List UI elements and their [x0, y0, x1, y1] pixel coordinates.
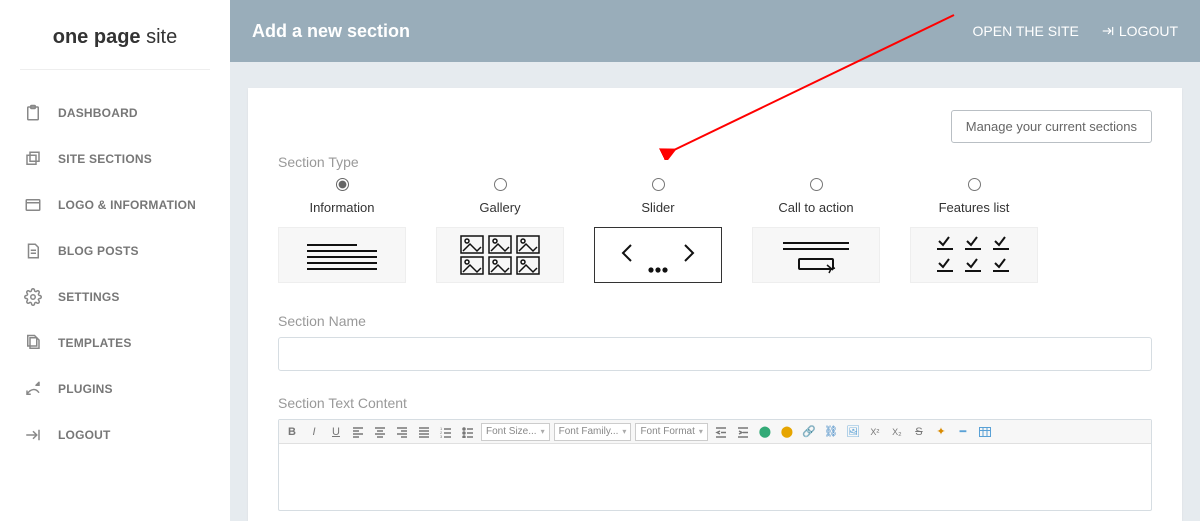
logo-divider: [20, 69, 210, 70]
underline-button[interactable]: U: [327, 424, 345, 440]
font-family-select[interactable]: Font Family...▾: [554, 423, 632, 441]
arrow-right-to-bar-icon: [22, 426, 44, 444]
chevron-down-icon: ▾: [699, 427, 703, 436]
list-ul-icon[interactable]: [459, 424, 477, 440]
nav-settings[interactable]: SETTINGS: [0, 274, 230, 320]
superscript-icon[interactable]: X²: [866, 424, 884, 440]
type-information: Information: [278, 174, 406, 283]
type-label: Slider: [594, 200, 722, 215]
type-information-radio[interactable]: [278, 178, 406, 196]
indent-icon[interactable]: [734, 424, 752, 440]
nav-site-sections[interactable]: SITE SECTIONS: [0, 136, 230, 182]
type-slider: Slider: [594, 174, 722, 283]
italic-button[interactable]: I: [305, 424, 323, 440]
strikethrough-icon[interactable]: S: [910, 424, 928, 440]
nav-label: PLUGINS: [58, 382, 113, 396]
bg-color-icon[interactable]: ⬤: [778, 424, 796, 440]
share-icon: [22, 380, 44, 398]
nav-label: TEMPLATES: [58, 336, 132, 350]
type-slider-radio[interactable]: [594, 178, 722, 196]
chevron-down-icon: ▾: [541, 427, 545, 436]
documents-icon: [22, 334, 44, 352]
nav-label: SETTINGS: [58, 290, 120, 304]
nav-label: BLOG POSTS: [58, 244, 139, 258]
copies-icon: [22, 150, 44, 168]
type-slider-thumb[interactable]: [594, 227, 722, 283]
window-icon: [22, 196, 44, 214]
document-text-icon: [22, 242, 44, 260]
unlink-icon[interactable]: ⛓: [822, 424, 840, 440]
section-name-input[interactable]: [278, 337, 1152, 371]
section-types: Information Gallery Sli: [278, 174, 1152, 283]
type-cta-radio[interactable]: [752, 178, 880, 196]
type-label: Gallery: [436, 200, 564, 215]
nav-logo-info[interactable]: LOGO & INFORMATION: [0, 182, 230, 228]
page-title: Add a new section: [252, 21, 410, 42]
type-features-radio[interactable]: [910, 178, 1038, 196]
type-gallery-thumb[interactable]: [436, 227, 564, 283]
link-icon[interactable]: 🔗: [800, 424, 818, 440]
type-features-thumb[interactable]: [910, 227, 1038, 283]
logo-bold: one page: [53, 26, 141, 48]
open-site-link[interactable]: OPEN THE SITE: [973, 23, 1079, 39]
nav-blog-posts[interactable]: BLOG POSTS: [0, 228, 230, 274]
type-label: Call to action: [752, 200, 880, 215]
image-icon[interactable]: 🖼: [844, 424, 862, 440]
arrow-right-to-bar-icon: [1101, 24, 1115, 38]
editor-textarea[interactable]: [279, 444, 1151, 510]
logout-label: LOGOUT: [1119, 23, 1178, 39]
align-right-icon[interactable]: [393, 424, 411, 440]
font-size-select[interactable]: Font Size...▾: [481, 423, 550, 441]
topbar-actions: OPEN THE SITE LOGOUT: [973, 23, 1178, 39]
align-justify-icon[interactable]: [415, 424, 433, 440]
nav-logout[interactable]: LOGOUT: [0, 412, 230, 458]
nav-templates[interactable]: TEMPLATES: [0, 320, 230, 366]
rich-text-editor: B I U 123 Font Size...▾ Font Family...▾ …: [278, 419, 1152, 511]
chevron-down-icon: ▾: [622, 427, 626, 436]
bold-button[interactable]: B: [283, 424, 301, 440]
type-cta: Call to action: [752, 174, 880, 283]
main-panel: Manage your current sections Section Typ…: [248, 88, 1182, 521]
nav: DASHBOARD SITE SECTIONS LOGO & INFORMATI…: [0, 90, 230, 458]
type-cta-thumb[interactable]: [752, 227, 880, 283]
editor-toolbar: B I U 123 Font Size...▾ Font Family...▾ …: [279, 420, 1151, 444]
logo: one page site: [0, 0, 230, 69]
table-icon[interactable]: [976, 424, 994, 440]
nav-plugins[interactable]: PLUGINS: [0, 366, 230, 412]
clear-format-icon[interactable]: ✦: [932, 424, 950, 440]
align-left-icon[interactable]: [349, 424, 367, 440]
manage-sections-button[interactable]: Manage your current sections: [951, 110, 1152, 143]
nav-label: SITE SECTIONS: [58, 152, 152, 166]
clipboard-icon: [22, 104, 44, 122]
type-label: Features list: [910, 200, 1038, 215]
type-features: Features list: [910, 174, 1038, 283]
text-color-icon[interactable]: ⬤: [756, 424, 774, 440]
font-format-select[interactable]: Font Format▾: [635, 423, 707, 441]
logout-button[interactable]: LOGOUT: [1101, 23, 1178, 39]
align-center-icon[interactable]: [371, 424, 389, 440]
nav-label: LOGOUT: [58, 428, 111, 442]
svg-text:3: 3: [440, 434, 443, 438]
type-label: Information: [278, 200, 406, 215]
type-gallery-radio[interactable]: [436, 178, 564, 196]
logo-light: site: [141, 26, 178, 48]
hr-icon[interactable]: ━: [954, 424, 972, 440]
list-ol-icon[interactable]: 123: [437, 424, 455, 440]
nav-label: LOGO & INFORMATION: [58, 198, 196, 212]
outdent-icon[interactable]: [712, 424, 730, 440]
nav-dashboard[interactable]: DASHBOARD: [0, 90, 230, 136]
sidebar: one page site DASHBOARD SITE SECTIONS LO…: [0, 0, 230, 521]
topbar: Add a new section OPEN THE SITE LOGOUT: [230, 0, 1200, 62]
section-name-label: Section Name: [278, 313, 1152, 329]
gear-icon: [22, 288, 44, 306]
section-text-label: Section Text Content: [278, 395, 1152, 411]
type-gallery: Gallery: [436, 174, 564, 283]
subscript-icon[interactable]: X₂: [888, 424, 906, 440]
nav-label: DASHBOARD: [58, 106, 138, 120]
type-information-thumb[interactable]: [278, 227, 406, 283]
section-type-label: Section Type: [278, 154, 1152, 170]
